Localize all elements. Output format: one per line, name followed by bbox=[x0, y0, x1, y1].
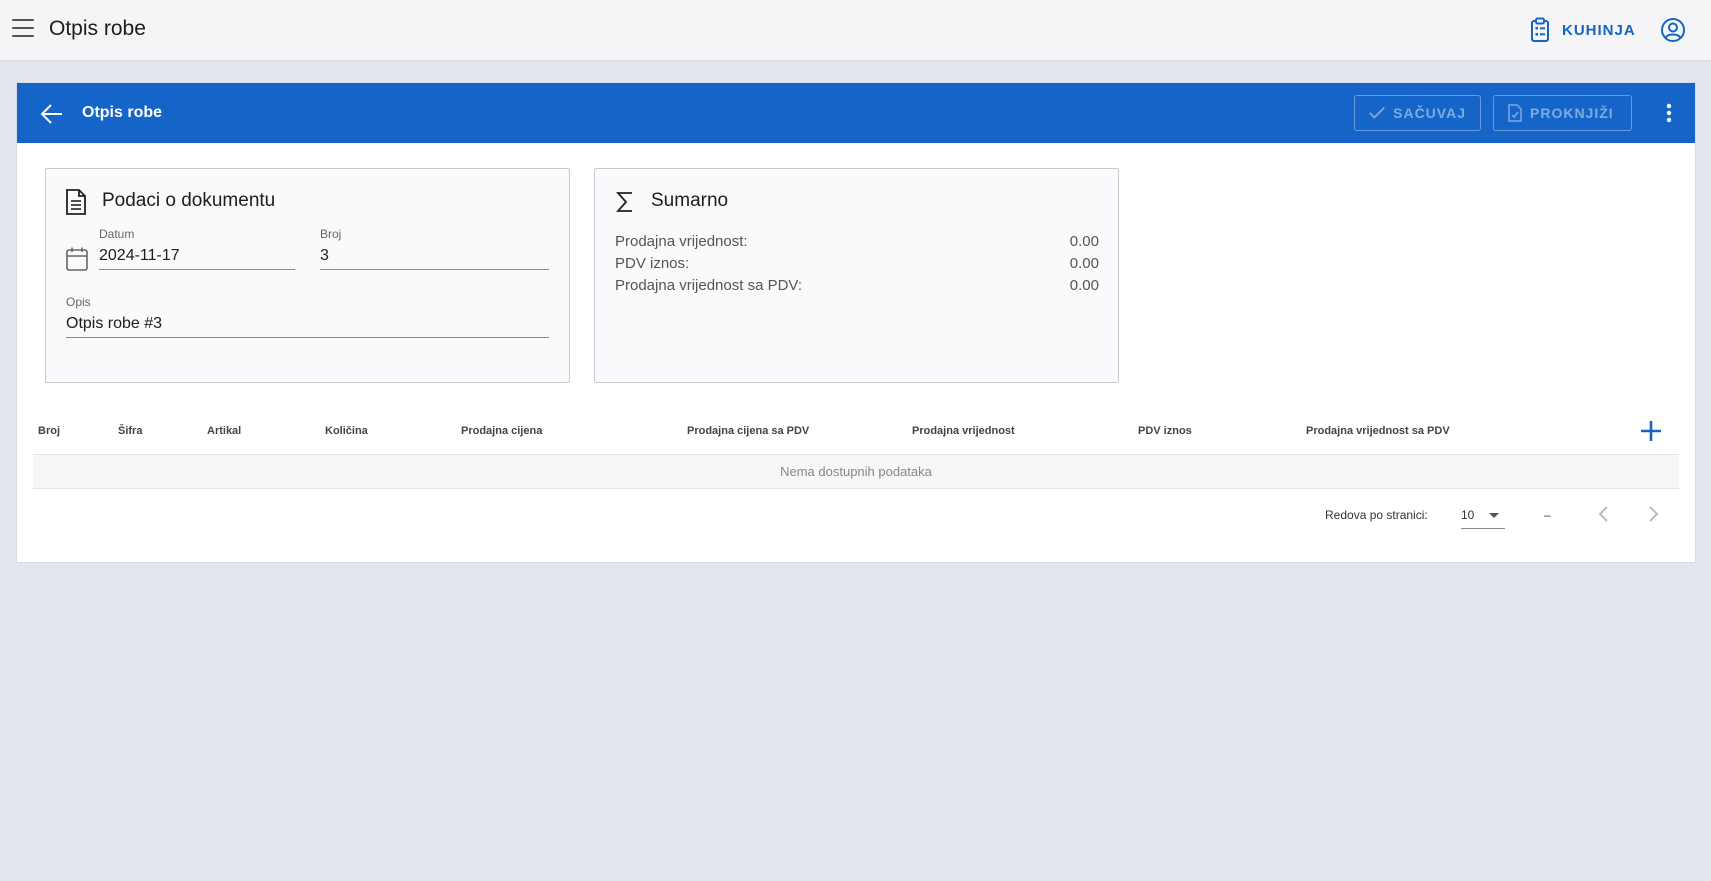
hamburger-icon[interactable] bbox=[12, 19, 34, 39]
location-button[interactable]: KUHINJA bbox=[1530, 16, 1636, 44]
post-button[interactable]: PROKNJIŽI bbox=[1493, 95, 1632, 131]
sigma-icon bbox=[615, 192, 632, 212]
calendar-icon[interactable] bbox=[66, 247, 88, 271]
summary-row: Prodajna vrijednost sa PDV: 0.00 bbox=[615, 277, 1099, 294]
summary-panel: Sumarno Prodajna vrijednost: 0.00 PDV iz… bbox=[594, 168, 1119, 383]
summary-row: PDV iznos: 0.00 bbox=[615, 255, 1099, 272]
save-label: SAČUVAJ bbox=[1393, 105, 1466, 121]
post-label: PROKNJIŽI bbox=[1530, 105, 1614, 121]
account-circle-icon[interactable] bbox=[1660, 17, 1686, 43]
clipboard-list-icon bbox=[1531, 17, 1549, 42]
chevron-right-icon[interactable] bbox=[1642, 503, 1664, 525]
table-divider bbox=[33, 488, 1679, 489]
add-icon[interactable] bbox=[1638, 418, 1664, 444]
page-title: Otpis robe bbox=[49, 17, 146, 40]
description-field[interactable] bbox=[66, 313, 549, 338]
rows-per-page-select[interactable]: 10 bbox=[1461, 501, 1505, 529]
summary-row: Prodajna vrijednost: 0.00 bbox=[615, 233, 1099, 250]
summary-value: 0.00 bbox=[1069, 277, 1099, 294]
caret-down-icon bbox=[1489, 513, 1499, 518]
summary-value: 0.00 bbox=[1069, 233, 1099, 250]
table-empty-row: Nema dostupnih podataka bbox=[33, 455, 1679, 488]
date-field[interactable] bbox=[99, 245, 295, 270]
column-header-vat-amount[interactable]: PDV iznos bbox=[1138, 425, 1192, 437]
card-title: Otpis robe bbox=[82, 104, 163, 121]
arrow-back-icon[interactable] bbox=[39, 101, 65, 127]
chevron-left-icon[interactable] bbox=[1593, 503, 1615, 525]
document-card: Otpis robe SAČUVAJ PROKNJIŽI Podaci o do… bbox=[16, 82, 1696, 563]
summary-label: PDV iznos: bbox=[615, 255, 690, 272]
number-field[interactable] bbox=[320, 245, 549, 270]
rows-per-page-label: Redova po stranici: bbox=[1325, 508, 1428, 522]
column-header-code[interactable]: Šifra bbox=[118, 425, 142, 437]
location-label: KUHINJA bbox=[1562, 21, 1636, 39]
document-panel-title: Podaci o dokumentu bbox=[102, 190, 276, 211]
page-range: – bbox=[1544, 508, 1551, 522]
column-header-item[interactable]: Artikal bbox=[207, 425, 241, 437]
summary-value: 0.00 bbox=[1069, 255, 1099, 272]
column-header-sale-value-vat[interactable]: Prodajna vrijednost sa PDV bbox=[1306, 425, 1450, 437]
more-vert-icon[interactable] bbox=[1657, 101, 1681, 125]
document-info-panel: Podaci o dokumentu Datum Broj Opis bbox=[45, 168, 570, 383]
card-header: Otpis robe SAČUVAJ PROKNJIŽI bbox=[17, 83, 1695, 143]
summary-label: Prodajna vrijednost sa PDV: bbox=[615, 277, 803, 294]
save-button[interactable]: SAČUVAJ bbox=[1354, 95, 1481, 131]
file-check-icon bbox=[1508, 104, 1522, 122]
description-label: Opis bbox=[66, 295, 91, 309]
column-header-sale-price-vat[interactable]: Prodajna cijena sa PDV bbox=[687, 425, 809, 437]
column-header-sale-price[interactable]: Prodajna cijena bbox=[461, 425, 542, 437]
document-icon bbox=[66, 189, 86, 215]
rows-per-page-value: 10 bbox=[1461, 508, 1475, 522]
check-icon bbox=[1369, 106, 1385, 119]
column-header-quantity[interactable]: Količina bbox=[325, 425, 368, 437]
column-header-sale-value[interactable]: Prodajna vrijednost bbox=[912, 425, 1015, 437]
summary-label: Prodajna vrijednost: bbox=[615, 233, 748, 250]
column-header-number[interactable]: Broj bbox=[38, 425, 60, 437]
date-label: Datum bbox=[99, 227, 135, 241]
summary-panel-title: Sumarno bbox=[651, 190, 729, 211]
app-bar: Otpis robe KUHINJA bbox=[0, 0, 1711, 61]
number-label: Broj bbox=[320, 227, 342, 241]
